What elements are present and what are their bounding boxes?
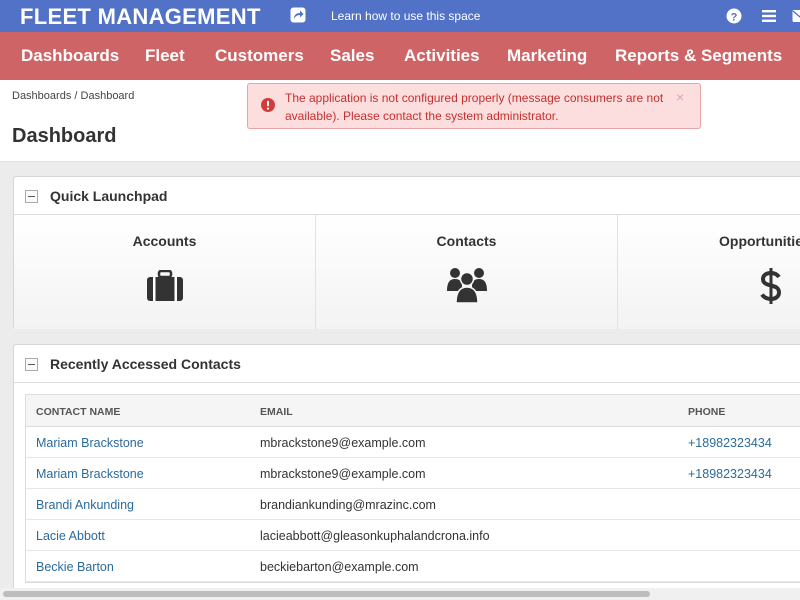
menu-icon[interactable] [761,8,777,24]
contact-email: mbrackstone9@example.com [260,467,426,481]
table-row[interactable]: Beckie Barton beckiebarton@example.com [26,551,800,582]
main-nav: Dashboards Fleet Customers Sales Activit… [0,32,800,80]
panel-title: Recently Accessed Contacts [50,356,241,372]
nav-reports-segments[interactable]: Reports & Segments [615,46,782,66]
contact-name[interactable]: Mariam Brackstone [36,436,144,450]
page-title: Dashboard [12,125,117,147]
panel-title: Quick Launchpad [50,188,168,204]
mail-icon[interactable] [792,9,800,23]
breadcrumb-dashboards[interactable]: Dashboards [12,90,71,102]
panel-header: Quick Launchpad [14,177,800,215]
collapse-icon[interactable] [25,190,38,203]
breadcrumb-separator: / [74,90,78,102]
app-title[interactable]: FLEET MANAGEMENT [20,4,261,30]
contact-phone[interactable]: +18982323434 [688,436,772,450]
tile-label: Opportunities [719,233,800,249]
top-bar: FLEET MANAGEMENT Learn how to use this s… [0,0,800,32]
contact-email: mbrackstone9@example.com [260,436,426,450]
help-icon[interactable]: ? [726,8,742,24]
quick-launchpad-panel: Quick Launchpad Accounts Contacts Opport… [13,176,800,329]
error-alert: The application is not configured proper… [247,83,701,129]
alert-message: The application is not configured proper… [285,91,664,123]
nav-sales[interactable]: Sales [330,46,374,66]
table-row[interactable]: Mariam Brackstone mbrackstone9@example.c… [26,427,800,458]
launchpad-tiles: Accounts Contacts Opportunities [14,215,800,329]
contact-email: lacieabbott@gleasonkuphalandcrona.info [260,529,490,543]
column-header-contact-name[interactable]: CONTACT NAME [36,406,120,418]
nav-dashboards[interactable]: Dashboards [21,46,119,66]
exclamation-icon [261,98,275,112]
tile-opportunities[interactable]: Opportunities [618,215,800,329]
recent-contacts-panel: Recently Accessed Contacts CONTACT NAME … [13,344,800,600]
panel-header: Recently Accessed Contacts [14,345,800,383]
table-row[interactable]: Mariam Brackstone mbrackstone9@example.c… [26,458,800,489]
contact-name[interactable]: Mariam Brackstone [36,467,144,481]
column-header-email[interactable]: EMAIL [260,406,293,418]
nav-activities[interactable]: Activities [404,46,480,66]
nav-customers[interactable]: Customers [215,46,304,66]
table-row[interactable]: Lacie Abbott lacieabbott@gleasonkuphalan… [26,520,800,551]
tile-accounts[interactable]: Accounts [14,215,316,329]
contacts-grid: CONTACT NAME EMAIL PHONE Mariam Bracksto… [25,394,800,583]
nav-fleet[interactable]: Fleet [145,46,185,66]
nav-marketing[interactable]: Marketing [507,46,587,66]
grid-header: CONTACT NAME EMAIL PHONE [26,395,800,427]
tile-label: Contacts [436,233,497,249]
column-header-phone[interactable]: PHONE [688,406,725,418]
horizontal-scrollbar[interactable] [0,588,800,600]
contact-name[interactable]: Lacie Abbott [36,529,105,543]
contact-phone[interactable]: +18982323434 [688,467,772,481]
briefcase-icon [147,270,183,301]
scrollbar-thumb[interactable] [3,591,650,597]
svg-text:?: ? [731,12,738,24]
close-icon[interactable]: × [676,89,684,105]
share-icon[interactable] [290,7,306,23]
contact-email: brandiankunding@mrazinc.com [260,498,436,512]
learn-link[interactable]: Learn how to use this space [331,9,480,23]
contact-name[interactable]: Brandi Ankunding [36,498,134,512]
contact-email: beckiebarton@example.com [260,560,419,574]
users-icon [447,268,487,303]
tile-contacts[interactable]: Contacts [316,215,618,329]
tile-label: Accounts [132,233,197,249]
contact-name[interactable]: Beckie Barton [36,560,114,574]
collapse-icon[interactable] [25,358,38,371]
dollar-icon [760,268,782,304]
breadcrumb-current: Dashboard [80,90,135,102]
table-row[interactable]: Brandi Ankunding brandiankunding@mrazinc… [26,489,800,520]
breadcrumb: Dashboards / Dashboard [12,90,134,102]
